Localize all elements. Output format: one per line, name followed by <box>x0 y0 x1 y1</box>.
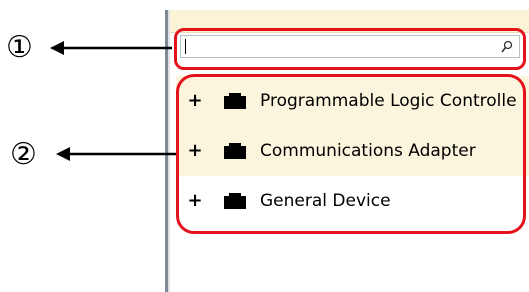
arrow-2 <box>56 147 176 161</box>
callout-marker-1: ① <box>6 30 33 65</box>
callout-tree-highlight <box>176 74 526 234</box>
callout-marker-2: ② <box>10 137 37 172</box>
callout-search-highlight <box>174 28 526 70</box>
screenshot-stage: + Programmable Logic Controlle + Communi… <box>0 0 529 292</box>
arrow-1 <box>50 41 172 55</box>
